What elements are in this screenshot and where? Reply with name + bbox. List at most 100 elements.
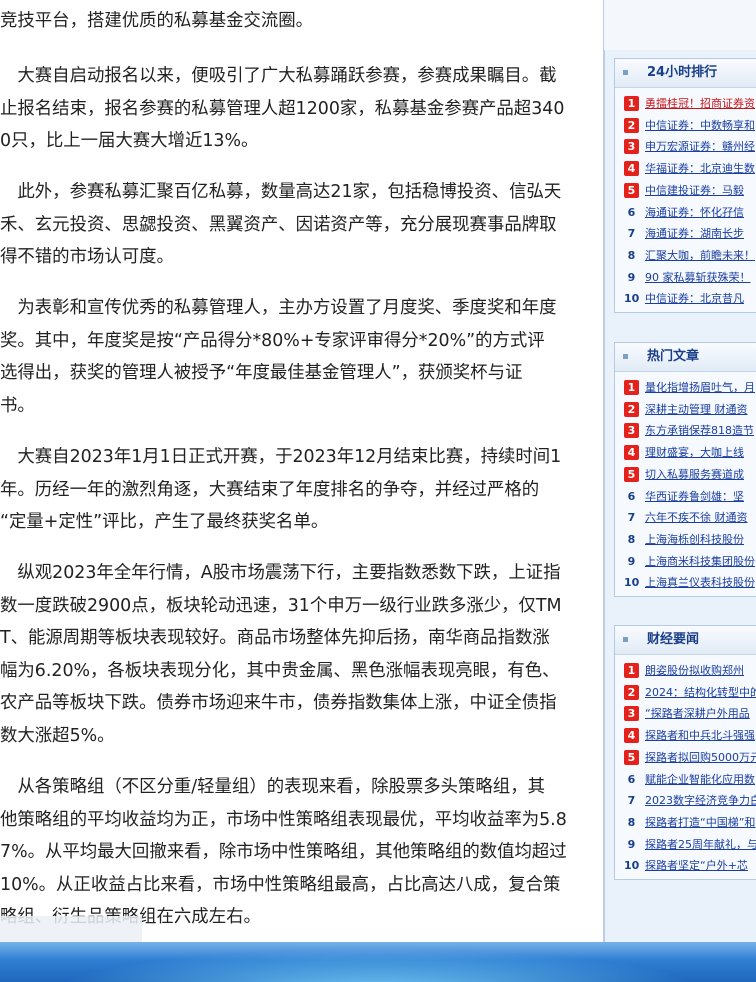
article-paragraph-line: 数一度跌破2900点，板块轮动迅速，31个申万一级行业跌多涨少，仅TM — [0, 595, 562, 616]
ranking-list-item[interactable]: 3 “探路者深耕户外用品 — [615, 704, 756, 726]
rank-number-badge: 6 — [627, 772, 636, 786]
rank-article-link[interactable]: 上海真兰仪表科技股份 — [645, 576, 756, 590]
ranking-list-item[interactable]: 2 中信证券：中数畅享和 — [615, 116, 756, 138]
rank-article-link[interactable]: 东方承销保荐818造节 — [645, 424, 756, 438]
ranking-list-item[interactable]: 6 赋能企业智能化应用数 — [615, 770, 756, 792]
rank-article-link[interactable]: 中信证券：中数畅享和 — [645, 119, 756, 133]
rank-article-link[interactable]: 中信证券：北京昔凡 — [645, 292, 756, 306]
ranking-list-item[interactable]: 1 量化指增扬眉吐气，月 — [615, 378, 756, 400]
sidebar-top-area — [604, 0, 756, 50]
ranking-list-item[interactable]: 3 东方承销保荐818造节 — [615, 421, 756, 443]
ranking-list-item[interactable]: 8 上海海栎创科技股份 — [615, 530, 756, 552]
taskbar — [0, 942, 756, 982]
ranking-list-item[interactable]: 1 勇擂桂冠！招商证券资 — [615, 94, 756, 116]
rank-number-badge: 1 — [624, 96, 639, 111]
square-bullet-icon — [623, 354, 628, 359]
rank-article-link[interactable]: 探路者25周年献礼，与 — [645, 838, 756, 852]
rank-number-badge: 7 — [627, 511, 636, 525]
article-paragraph-line: 为表彰和宣传优秀的私募管理人，主办方设置了月度奖、季度奖和年度 — [0, 298, 557, 318]
rank-article-link[interactable]: 海通证券：湖南长步 — [645, 227, 756, 241]
rank-article-link[interactable]: 2023数字经济竞争力白 — [645, 794, 756, 808]
rank-article-link[interactable]: 探路者坚定“户外+芯 — [645, 859, 756, 873]
ranking-list-item[interactable]: 10 探路者坚定“户外+芯 — [615, 856, 756, 878]
article-paragraph-line: 止报名结束，报名参赛的私募管理人超1200家，私募基金参赛产品超340 — [0, 98, 565, 119]
rank-article-link[interactable]: 汇聚大咖，前瞻未来！ — [645, 249, 756, 263]
rank-article-link[interactable]: 上海海栎创科技股份 — [645, 533, 756, 547]
ranking-list-item[interactable]: 9 90 家私募斩获殊荣！ — [615, 268, 756, 290]
ranking-list-item[interactable]: 7 2023数字经济竞争力白 — [615, 791, 756, 813]
ranking-list-item[interactable]: 5 探路者拟回购5000万元 — [615, 748, 756, 770]
rank-article-link[interactable]: 华福证券：北京迪生数 — [645, 162, 756, 176]
rank-article-link[interactable]: 朗姿股份拟收购郑州 — [645, 664, 756, 678]
rank-article-link[interactable]: 申万宏源证券：赣州经 — [645, 140, 756, 154]
rank-number-badge: 9 — [627, 270, 636, 284]
ranking-list-item[interactable]: 6 华西证券鲁剑雄：坚 — [615, 487, 756, 509]
article-paragraph-line: 幅为6.20%，各板块表现分化，其中贵金属、黑色涨幅表现亮眼，有色、 — [0, 660, 560, 681]
ranking-box-header: 24小时排行 — [615, 59, 756, 88]
article-paragraph-line: 7%。从平均最大回撤来看，除市场中性策略组，其他策略组的数值均超过 — [0, 842, 567, 862]
rank-number-badge: 6 — [627, 205, 636, 219]
ranking-list-item[interactable]: 9 上海商米科技集团股份 — [615, 552, 756, 574]
ranking-box: 财经要闻 1 朗姿股份拟收购郑州 2 2024：结构化转型中的 3 “探路者深耕户外用品 4 探… — [614, 625, 756, 880]
article-paragraph-line: 0只，比上一届大赛大增近13%。 — [0, 131, 259, 151]
rank-article-link[interactable]: 90 家私募斩获殊荣！ — [645, 271, 756, 285]
ranking-box: 热门文章 1 量化指增扬眉吐气，月 2 深耕主动管理 财通资 3 东方承销保荐818造节 4 理… — [614, 342, 756, 597]
rank-number-badge: 3 — [624, 423, 639, 439]
ranking-box-title: 热门文章 — [647, 349, 700, 364]
ranking-list-item[interactable]: 5 切入私募服务赛道成 — [615, 465, 756, 487]
rank-article-link[interactable]: 量化指增扬眉吐气，月 — [645, 381, 756, 395]
rank-article-link[interactable]: 探路者拟回购5000万元 — [645, 751, 756, 765]
ranking-list-item[interactable]: 9 探路者25周年献礼，与 — [615, 835, 756, 857]
ranking-list-item[interactable]: 4 华福证券：北京迪生数 — [615, 159, 756, 181]
rank-number-badge: 4 — [624, 728, 639, 744]
ranking-list-item[interactable]: 10 上海真兰仪表科技股份 — [615, 573, 756, 595]
rank-article-link[interactable]: 上海商米科技集团股份 — [645, 555, 756, 569]
article-paragraph-line: 禾、玄元投资、思勰投资、黑翼资产、因诺资产等，充分展现赛事品牌取 — [0, 214, 557, 235]
ranking-list-item[interactable]: 2 2024：结构化转型中的 — [615, 683, 756, 705]
rank-number-badge: 10 — [624, 292, 640, 306]
rank-article-link[interactable]: 六年不疾不徐 财通资 — [645, 511, 756, 525]
rank-article-link[interactable]: 海通证券：怀化孖信 — [645, 206, 756, 220]
ranking-list-item[interactable]: 7 六年不疾不徐 财通资 — [615, 508, 756, 530]
square-bullet-icon — [623, 637, 628, 642]
rank-article-link[interactable]: 勇擂桂冠！招商证券资 — [645, 97, 756, 111]
rank-article-link[interactable]: 切入私募服务赛道成 — [645, 468, 756, 482]
rank-article-link[interactable]: “探路者深耕户外用品 — [645, 707, 756, 721]
rank-article-link[interactable]: 中信建投证券：马毅 — [645, 184, 756, 198]
article-paragraph-line: 此外，参赛私募汇聚百亿私募，数量高达21家，包括稳博投资、信弘天 — [0, 182, 562, 202]
rank-number-badge: 8 — [627, 815, 636, 829]
ranking-list-item[interactable]: 8 汇聚大咖，前瞻未来！ — [615, 246, 756, 268]
article-paragraph-line: 竞技平台，搭建优质的私募基金交流圈。 — [0, 11, 314, 31]
article-paragraph-line: 数大涨超5%。 — [0, 725, 115, 746]
ranking-list-item[interactable]: 3 申万宏源证券：赣州经 — [615, 137, 756, 159]
rank-article-link[interactable]: 探路者和中兵北斗强强 — [645, 729, 756, 743]
ranking-list-item[interactable]: 5 中信建投证券：马毅 — [615, 181, 756, 203]
rank-number-badge: 10 — [624, 576, 640, 590]
rank-number-badge: 5 — [624, 466, 639, 482]
ranking-list-item[interactable]: 1 朗姿股份拟收购郑州 — [615, 661, 756, 683]
ranking-box: 24小时排行 1 勇擂桂冠！招商证券资 2 中信证券：中数畅享和 3 申万宏源证券：赣州经 4… — [614, 58, 756, 313]
rank-number-badge: 9 — [627, 554, 636, 568]
ranking-list-item[interactable]: 4 理财盛宴，大咖上线 — [615, 443, 756, 465]
rank-article-link[interactable]: 2024：结构化转型中的 — [645, 686, 756, 700]
rank-article-link[interactable]: 探路者打造“中国梯”和 — [645, 816, 756, 830]
ranking-box-header: 热门文章 — [615, 343, 756, 372]
ranking-list-item[interactable]: 2 深耕主动管理 财通资 — [615, 400, 756, 422]
rank-article-link[interactable]: 深耕主动管理 财通资 — [645, 403, 756, 417]
article-paragraph-line: 农产品等板块下跌。债券市场迎来牛市，债券指数集体上涨，中证全债指 — [0, 693, 557, 713]
rank-article-link[interactable]: 赋能企业智能化应用数 — [645, 773, 756, 787]
article-body: 竞技平台，搭建优质的私募基金交流圈。 大赛自启动报名以来，便吸引了广大私募踊跃参… — [0, 0, 603, 942]
ranking-list-item[interactable]: 6 海通证券：怀化孖信 — [615, 203, 756, 225]
ranking-list-item[interactable]: 4 探路者和中兵北斗强强 — [615, 726, 756, 748]
article-paragraph-line: “定量+定性”评比，产生了最终获奖名单。 — [0, 512, 329, 532]
ranking-box-title: 24小时排行 — [647, 65, 718, 80]
rank-article-link[interactable]: 华西证券鲁剑雄：坚 — [645, 490, 756, 504]
taskbar-glow — [0, 942, 756, 982]
ranking-list-item[interactable]: 7 海通证券：湖南长步 — [615, 224, 756, 246]
ranking-list-item[interactable]: 10 中信证券：北京昔凡 — [615, 289, 756, 311]
ranking-list-item[interactable]: 8 探路者打造“中国梯”和 — [615, 813, 756, 835]
rank-article-link[interactable]: 理财盛宴，大咖上线 — [645, 446, 756, 460]
article-paragraph-line: 从各策略组（不区分重/轻量组）的表现来看，除股票多头策略组，其 — [0, 777, 545, 797]
article-paragraph-line: 大赛自2023年1月1日正式开赛，于2023年12月结束比赛，持续时间1 — [0, 447, 562, 467]
article-paragraph-line: 他策略组的平均收益均为正，市场中性策略组表现最优，平均收益率为5.8 — [0, 809, 567, 830]
